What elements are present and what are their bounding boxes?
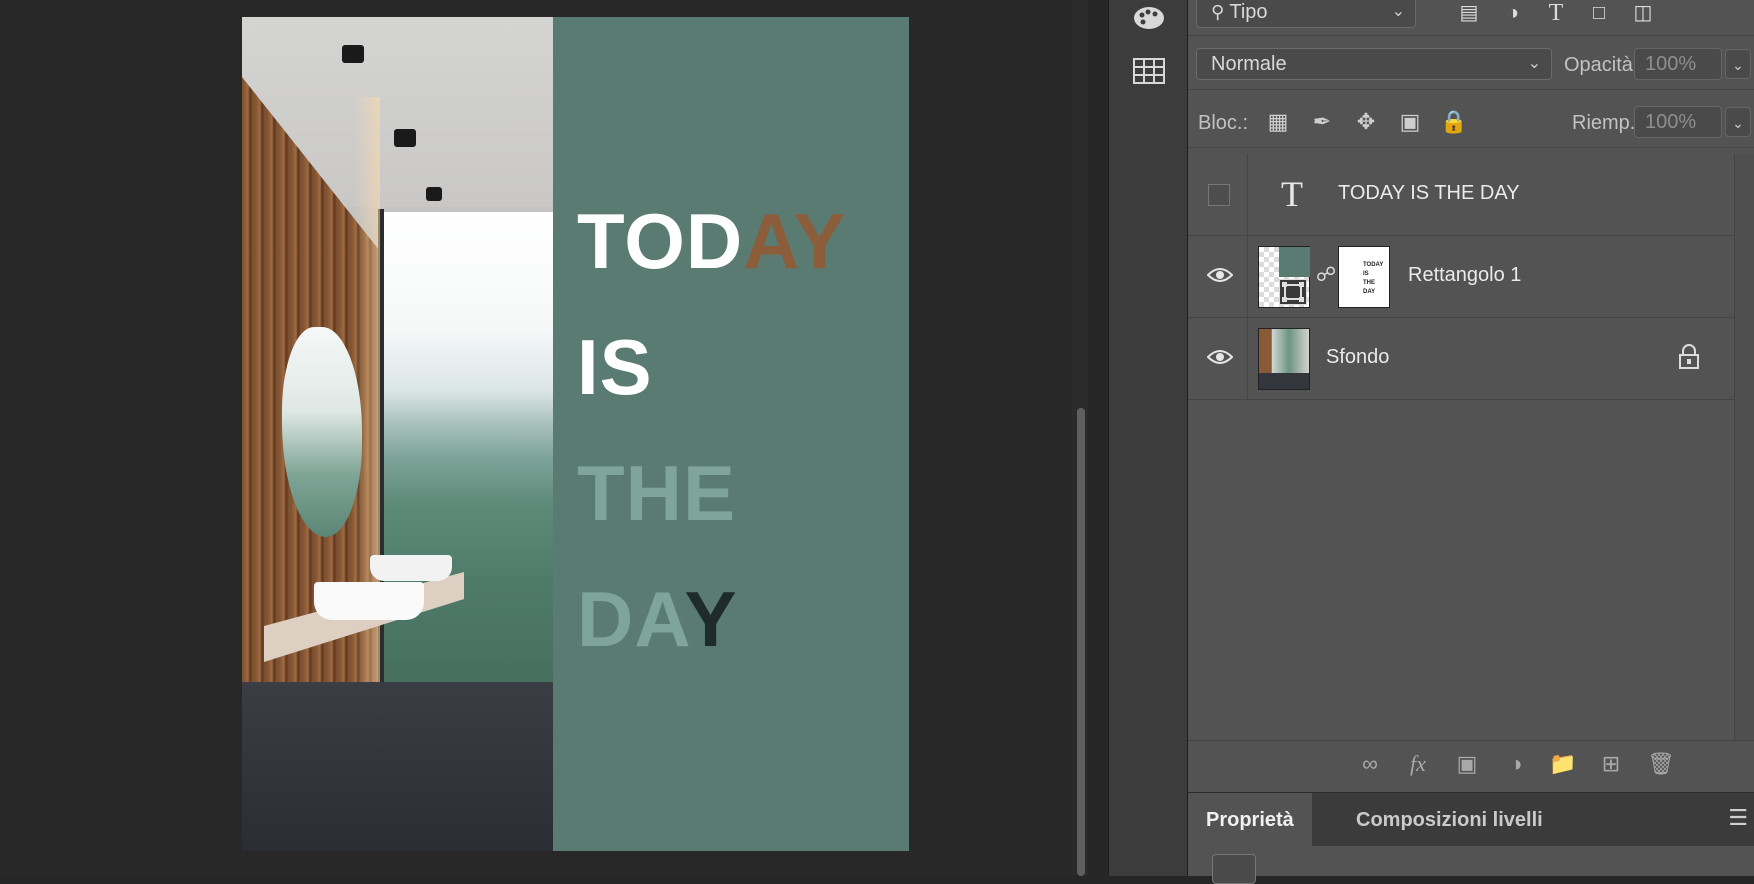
layer-row[interactable]: T TODAY IS THE DAY xyxy=(1188,154,1734,236)
panel-icon-strip xyxy=(1108,0,1188,876)
layers-footer: ∞ fx ▣ ◑ 📁 ⊞ 🗑 xyxy=(1188,740,1754,786)
chevron-down-icon[interactable]: ⌄ xyxy=(1725,107,1751,137)
eye-icon[interactable] xyxy=(1206,264,1234,288)
chevron-down-icon: ⌄ xyxy=(1391,3,1405,20)
properties-body xyxy=(1188,846,1754,884)
opacity-input[interactable]: 100% ⌄ xyxy=(1634,48,1751,80)
document-canvas[interactable]: TODAY IS THE DAY xyxy=(242,17,909,851)
type-filter-icon[interactable]: T xyxy=(1541,0,1571,26)
panel-menu-icon[interactable]: ☰ xyxy=(1728,805,1748,831)
trash-icon[interactable]: 🗑 xyxy=(1646,749,1676,779)
canvas-area[interactable]: TODAY IS THE DAY xyxy=(0,0,1072,876)
text-layer-icon: T xyxy=(1281,174,1303,214)
visibility-toggle[interactable] xyxy=(1188,318,1248,400)
fill-value: 100% xyxy=(1645,111,1697,133)
ceiling-spotlight xyxy=(426,187,442,201)
shape-transform-icon xyxy=(1279,279,1307,305)
image-filter-icon[interactable]: ▤ xyxy=(1454,0,1484,26)
fill-label: Riemp.: xyxy=(1572,112,1641,134)
headline-line-2: IS xyxy=(577,323,653,411)
lock-row: Bloc.: ▦ ✒ ✥ ▣ 🔒 Riemp.: 100% ⌄ xyxy=(1188,98,1754,148)
ceiling-spotlight xyxy=(394,129,416,147)
lock-artboard-icon[interactable]: ▣ xyxy=(1396,108,1424,136)
palette-icon[interactable] xyxy=(1131,4,1167,34)
tab-properties[interactable]: Proprietà xyxy=(1188,793,1312,847)
adjustment-layer-icon[interactable]: ◑ xyxy=(1501,749,1531,779)
blend-mode-value: Normale xyxy=(1211,53,1287,75)
fx-icon[interactable]: fx xyxy=(1403,749,1433,779)
thumbnail-floor xyxy=(1259,373,1309,389)
layers-panel: ⚲ Tipo ⌄ ▤ ◑ T □ ◫ Normale ⌄ Opacità: 10… xyxy=(1188,0,1754,884)
visibility-toggle[interactable] xyxy=(1188,236,1248,318)
background-photo xyxy=(242,17,553,851)
lock-brush-icon[interactable]: ✒ xyxy=(1308,108,1336,136)
photo-sink xyxy=(314,582,424,620)
eye-icon[interactable] xyxy=(1206,346,1234,370)
properties-tabs: Proprietà Composizioni livelli ☰ xyxy=(1188,792,1754,847)
folder-icon[interactable]: 📁 xyxy=(1548,749,1578,779)
visibility-off-box[interactable] xyxy=(1208,184,1230,206)
opacity-label: Opacità: xyxy=(1564,54,1639,76)
opacity-value: 100% xyxy=(1645,53,1697,75)
headline-text: TODAY IS THE DAY xyxy=(577,202,846,706)
filter-type-select[interactable]: ⚲ Tipo ⌄ xyxy=(1196,0,1416,28)
mask-thumbnail[interactable]: TODAY IS THE DAY xyxy=(1338,246,1390,308)
layer-name[interactable]: TODAY IS THE DAY xyxy=(1338,182,1520,205)
photo-sink xyxy=(370,555,452,581)
lock-label: Bloc.: xyxy=(1198,112,1249,134)
layer-name[interactable]: Rettangolo 1 xyxy=(1408,264,1521,287)
add-mask-icon[interactable]: ▣ xyxy=(1452,749,1482,779)
blend-row: Normale ⌄ Opacità: 100% ⌄ xyxy=(1188,44,1754,90)
shape-filter-icon[interactable]: □ xyxy=(1584,0,1614,26)
layers-scrollbar[interactable] xyxy=(1734,154,1754,740)
ceiling-spotlight xyxy=(342,45,364,63)
search-icon: ⚲ xyxy=(1211,2,1225,22)
lock-transparent-icon[interactable]: ▦ xyxy=(1264,108,1292,136)
filter-type-label: Tipo xyxy=(1229,1,1268,23)
layer-thumbnail[interactable] xyxy=(1258,246,1310,308)
layer-thumbnail[interactable] xyxy=(1258,328,1310,390)
headline-line-4: DAY xyxy=(577,575,738,663)
properties-doc-icon xyxy=(1212,854,1256,884)
lock-all-icon[interactable]: 🔒 xyxy=(1440,108,1468,136)
lock-icon xyxy=(1678,344,1704,372)
mask-thumbnail-text: TODAY IS THE DAY xyxy=(1363,262,1384,295)
photo-floor xyxy=(242,682,553,851)
link-icon[interactable]: ☍ xyxy=(1316,262,1336,292)
layers-list: T TODAY IS THE DAY ☍ TODAY IS THE DAY Re… xyxy=(1188,154,1754,740)
headline-line-3: THE xyxy=(577,449,736,537)
thumbnail-fill xyxy=(1279,247,1310,277)
visibility-toggle[interactable] xyxy=(1188,154,1248,236)
link-layers-icon[interactable]: ∞ xyxy=(1355,749,1385,779)
layer-row[interactable]: Sfondo xyxy=(1188,318,1734,400)
chevron-down-icon[interactable]: ⌄ xyxy=(1725,49,1751,79)
new-layer-icon[interactable]: ⊞ xyxy=(1596,749,1626,779)
fill-input[interactable]: 100% ⌄ xyxy=(1634,106,1751,138)
canvas-scrollbar-thumb[interactable] xyxy=(1077,408,1085,876)
headline-line-1: TODAY xyxy=(577,197,847,285)
layer-name[interactable]: Sfondo xyxy=(1326,346,1389,369)
adjustment-filter-icon[interactable]: ◑ xyxy=(1498,0,1528,26)
grid-icon[interactable] xyxy=(1131,58,1167,88)
lock-move-icon[interactable]: ✥ xyxy=(1352,108,1380,136)
layer-row[interactable]: ☍ TODAY IS THE DAY Rettangolo 1 xyxy=(1188,236,1734,318)
tab-layer-comps[interactable]: Composizioni livelli xyxy=(1338,793,1561,847)
layer-filter-row: ⚲ Tipo ⌄ ▤ ◑ T □ ◫ xyxy=(1188,0,1754,36)
chevron-down-icon: ⌄ xyxy=(1527,55,1541,72)
blend-mode-select[interactable]: Normale ⌄ xyxy=(1196,48,1552,80)
smart-object-filter-icon[interactable]: ◫ xyxy=(1628,0,1658,26)
